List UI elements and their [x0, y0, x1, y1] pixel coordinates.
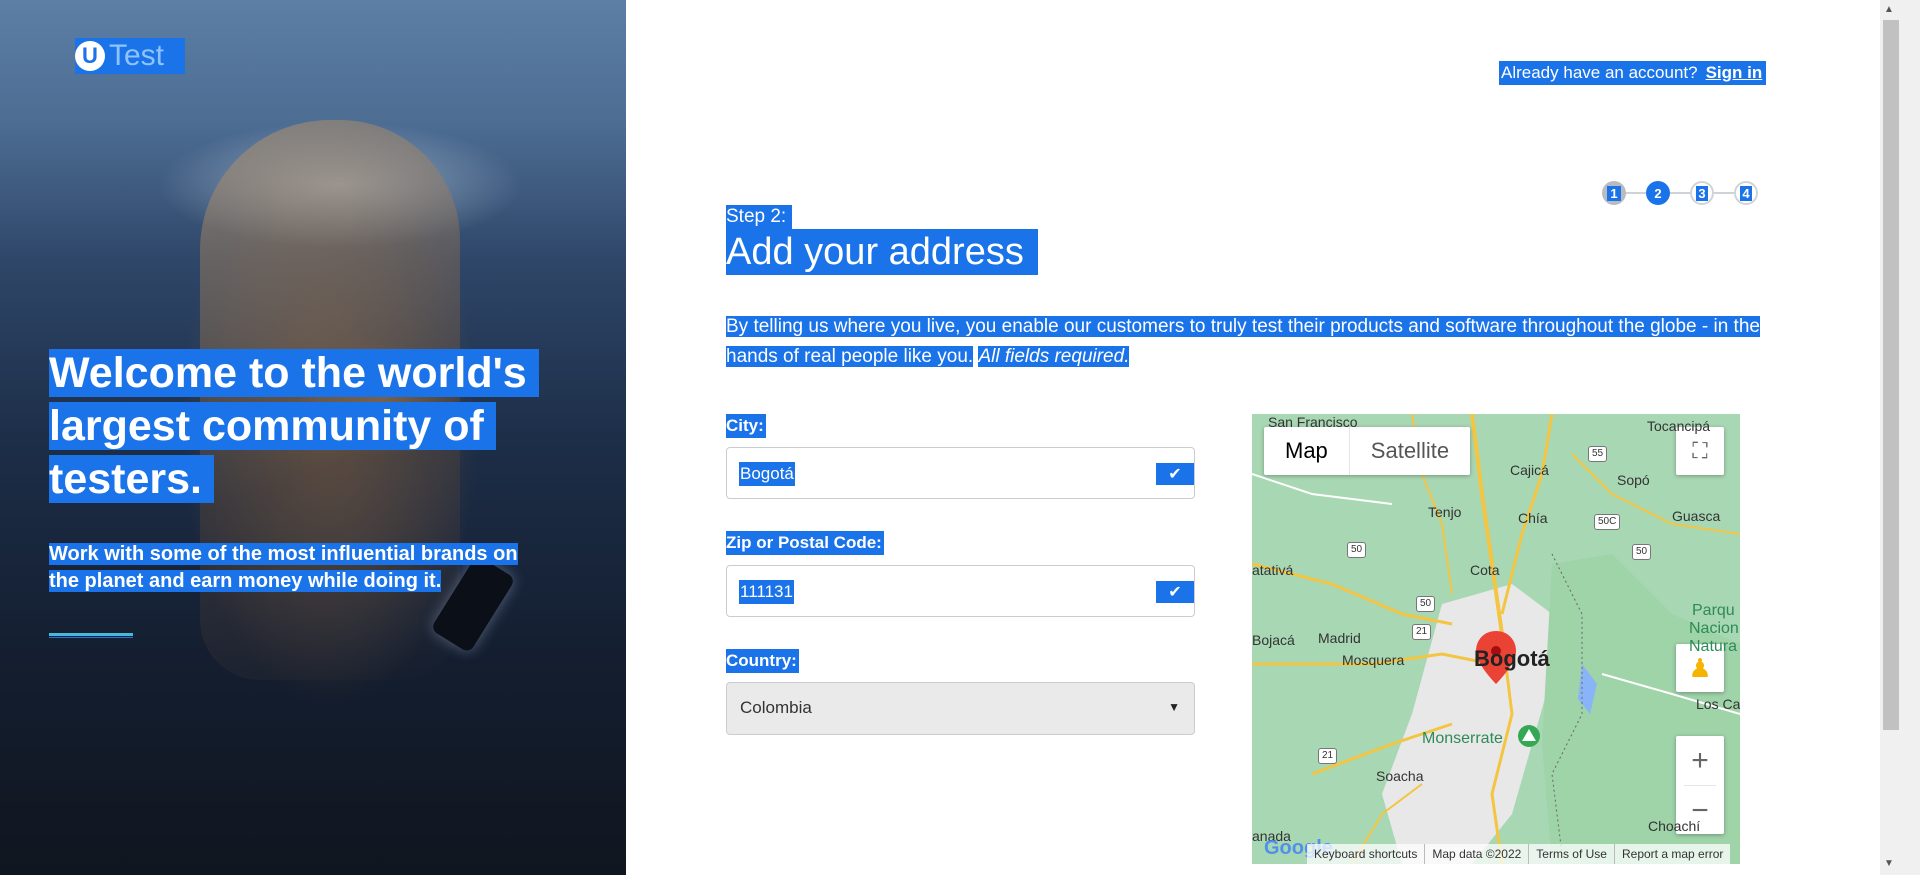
map-type-satellite-button[interactable]: Satellite — [1350, 427, 1470, 475]
step-1[interactable]: 1 — [1602, 181, 1626, 205]
hero-subtitle: Work with some of the most influential b… — [49, 541, 559, 595]
step-number: 1 — [1607, 185, 1621, 201]
map-data-text: Map data ©2022 — [1424, 844, 1528, 864]
city-value: Bogotá — [739, 462, 795, 486]
scroll-up-icon[interactable]: ▲ — [1884, 4, 1894, 15]
terms-of-use-link[interactable]: Terms of Use — [1528, 844, 1614, 864]
route-shield: 50 — [1632, 544, 1652, 560]
map-label: Sopó — [1617, 472, 1650, 488]
map-type-control: Map Satellite — [1264, 427, 1471, 475]
zip-valid-check-icon: ✔ — [1156, 581, 1194, 603]
logo-u-icon: U — [75, 41, 105, 71]
description-emphasis: All fields required. — [978, 346, 1130, 367]
stepper-connector — [1668, 192, 1690, 194]
zip-input[interactable]: 111131 ✔ — [726, 565, 1195, 617]
sign-in-link[interactable]: Sign in — [1706, 61, 1763, 85]
page-scrollbar[interactable]: ▲ ▼ — [1880, 0, 1920, 875]
map-type-map-button[interactable]: Map — [1264, 427, 1350, 475]
keyboard-shortcuts-link[interactable]: Keyboard shortcuts — [1307, 844, 1424, 864]
map-label: Los Cal — [1696, 696, 1740, 712]
map-label: Tenjo — [1428, 504, 1462, 520]
progress-stepper: 1 2 3 4 — [1602, 181, 1758, 205]
route-shield: 50 — [1347, 542, 1367, 558]
map-label: Tocancipá — [1647, 418, 1711, 434]
google-map[interactable]: Map Satellite ⛶ ♟ + − San Francisco Toca… — [1252, 414, 1740, 864]
step-2: 2 — [1646, 181, 1670, 205]
map-footer: Keyboard shortcuts Map data ©2022 Terms … — [1307, 844, 1731, 864]
route-shield: 50C — [1594, 514, 1621, 530]
step-number: 4 — [1740, 185, 1752, 201]
already-have-account-text: Already have an account? — [1501, 63, 1698, 82]
step-number: 2 — [1654, 185, 1662, 201]
hero-title: Welcome to the world's largest community… — [49, 347, 549, 506]
map-label: Bojacá — [1252, 632, 1295, 648]
utest-logo[interactable]: U Test — [75, 38, 185, 74]
report-map-error-link[interactable]: Report a map error — [1613, 844, 1730, 864]
scrollbar-thumb[interactable] — [1883, 20, 1899, 730]
step-label: Step 2: — [726, 205, 793, 229]
map-label: San Francisco — [1268, 414, 1358, 430]
route-shield: 21 — [1412, 624, 1432, 640]
zip-label: Zip or Postal Code: — [726, 531, 884, 555]
zoom-in-icon[interactable]: + — [1691, 736, 1709, 785]
map-label: Nacion — [1689, 620, 1739, 637]
map-label: Soacha — [1376, 768, 1424, 784]
map-label: Guasca — [1672, 508, 1721, 524]
map-label: Monserrate — [1422, 730, 1503, 747]
map-label: Chía — [1518, 510, 1548, 526]
map-label: Natura — [1689, 638, 1738, 655]
country-value: Colombia — [740, 698, 812, 717]
hero-subtitle-line: Work with some of the most influential b… — [49, 543, 518, 565]
chevron-down-icon: ▼ — [1168, 700, 1180, 714]
road — [1252, 473, 1393, 505]
hero-title-line: testers. — [49, 455, 214, 503]
map-label-city: Bogotá — [1474, 646, 1550, 671]
hero-accent-underline — [49, 637, 133, 638]
scroll-down-icon[interactable]: ▼ — [1884, 858, 1894, 869]
country-select[interactable]: Colombia ▼ — [726, 682, 1195, 735]
city-label: City: — [726, 414, 766, 438]
map-label: Parqu — [1692, 602, 1735, 619]
hero-title-line: largest community of — [49, 402, 496, 450]
hero-title-line: Welcome to the world's — [49, 349, 539, 397]
hero-panel: U Test Welcome to the world's largest co… — [0, 0, 626, 875]
form-description: By telling us where you live, you enable… — [726, 312, 1766, 372]
stepper-connector — [1624, 192, 1646, 194]
step-number: 3 — [1696, 185, 1708, 201]
map-label: Cajicá — [1510, 462, 1549, 478]
logo-text: Test — [109, 39, 165, 72]
hero-subtitle-line: the planet and earn money while doing it… — [49, 570, 442, 592]
page-title: Add your address — [726, 229, 1038, 275]
step-3: 3 — [1690, 181, 1714, 205]
map-label: Madrid — [1318, 630, 1361, 646]
city-valid-check-icon: ✔ — [1156, 463, 1194, 485]
stepper-connector — [1712, 192, 1734, 194]
route-shield: 21 — [1318, 748, 1338, 764]
route-shield: 50 — [1416, 596, 1436, 612]
zip-value: 111131 — [739, 580, 794, 604]
urban-area — [1382, 584, 1552, 864]
city-input[interactable]: Bogotá ✔ — [726, 447, 1195, 499]
country-label: Country: — [726, 649, 799, 673]
hero-accent-line — [49, 633, 133, 636]
route-shield: 55 — [1588, 446, 1608, 462]
map-label: Mosquera — [1342, 652, 1405, 668]
fullscreen-icon[interactable]: ⛶ — [1676, 427, 1724, 475]
step-4: 4 — [1734, 181, 1758, 205]
signin-prompt: Already have an account? Sign in — [1499, 61, 1767, 85]
description-text: By telling us where you live, you enable… — [726, 316, 1760, 367]
map-label: Cota — [1470, 562, 1500, 578]
map-label: atativá — [1252, 562, 1294, 578]
map-label: Choachí — [1648, 818, 1701, 834]
